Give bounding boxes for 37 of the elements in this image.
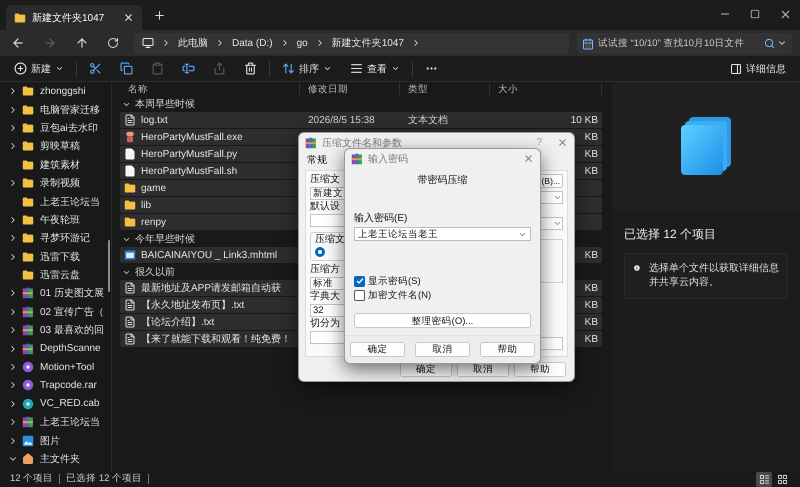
file-name: 【永久地址发布页】.txt — [141, 298, 244, 312]
file-name: HeroPartyMustFall.py — [141, 148, 238, 160]
file-size: KB — [584, 282, 599, 294]
file-size: KB — [584, 166, 599, 176]
field-label: 字典大 — [310, 291, 340, 303]
field-label: 输入密码(E) — [354, 213, 408, 225]
field-label: 切分为 — [310, 318, 340, 330]
file-date: 2026/8/5 15:38 — [307, 114, 375, 126]
selection-count: 已选择 12 个项目 — [60, 474, 150, 484]
dialog-heading: 带密码压缩 — [418, 174, 468, 187]
file-name: 【来了就能下载和观看！纯免费！ — [141, 332, 291, 346]
file-name: 最新地址及APP请发邮箱自动获 — [141, 282, 282, 295]
item-count: 12 个项目 — [10, 474, 60, 484]
file-name: game — [141, 182, 166, 194]
file-type: 文本文档 — [407, 115, 448, 126]
file-name: log.txt — [141, 114, 168, 126]
file-name: renpy — [141, 216, 166, 228]
file-size: KB — [584, 132, 599, 142]
field-label: 压缩方 — [310, 264, 340, 276]
file-size: 10 KB — [570, 114, 599, 126]
group-label: 压缩文 — [315, 234, 346, 246]
file-name: HeroPartyMustFall.sh — [141, 166, 238, 176]
dialog-title: 输入密码 — [368, 152, 408, 166]
file-name: HeroPartyMustFall.exe — [141, 132, 243, 142]
info-text: 选择单个文件以获取详细信息并共享云内容。 — [648, 262, 779, 290]
field-label: 默认设 — [310, 201, 340, 213]
field-label: 压缩文 — [310, 174, 340, 186]
file-name: 【论坛介绍】.txt — [141, 316, 214, 329]
file-size: KB — [584, 334, 599, 344]
dialog-title: 压缩文件名和参数 — [322, 136, 402, 150]
file-name: lib — [141, 200, 152, 210]
file-size: KB — [584, 148, 599, 160]
file-size: KB — [584, 316, 599, 328]
selection-title: 已选择 12 个项目 — [624, 226, 718, 243]
file-size: KB — [584, 250, 599, 260]
file-size: KB — [584, 300, 599, 310]
file-name: BAICAINAIYOU _ Link3.mhtml — [141, 250, 278, 260]
